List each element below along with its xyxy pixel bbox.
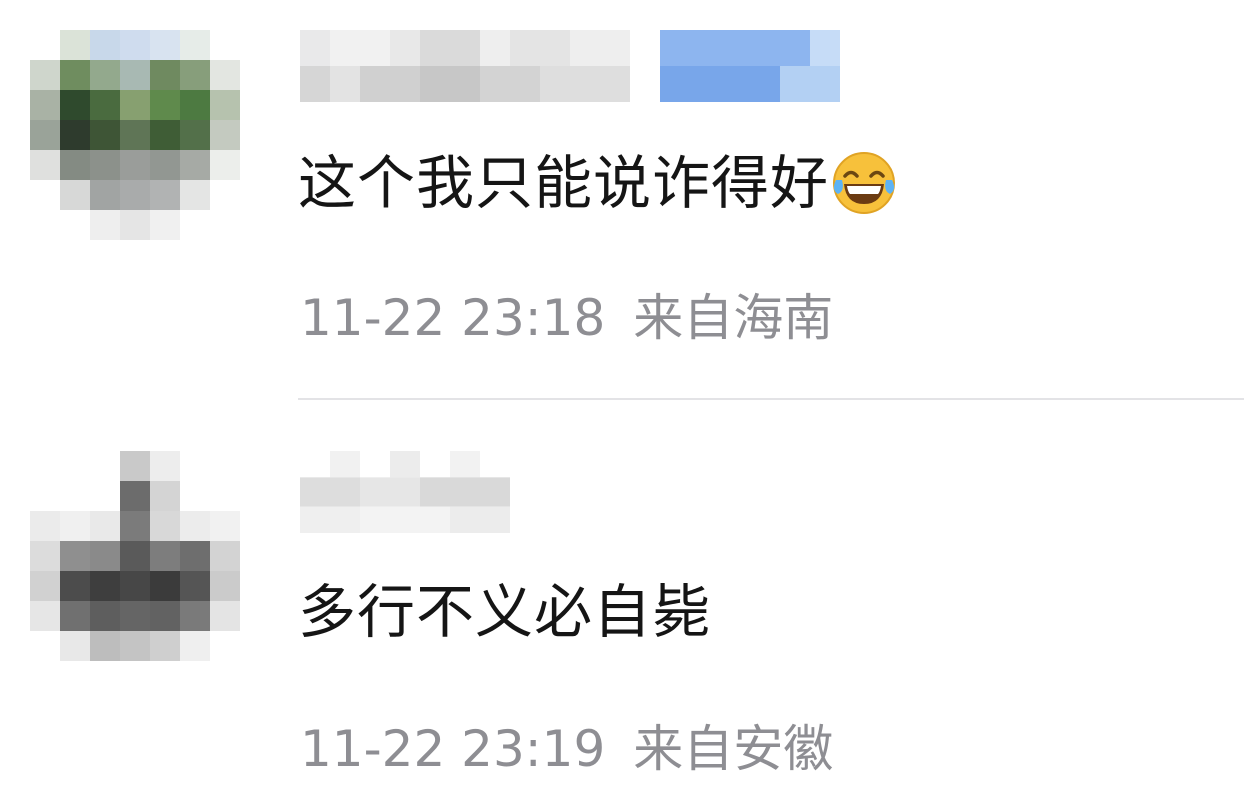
comment-text-content: 这个我只能说诈得好 — [298, 149, 830, 217]
username-blurred[interactable] — [300, 30, 840, 102]
comment-text-content: 多行不义必自毙 — [298, 578, 712, 646]
comment-item: 多行不义必自毙 11-22 23:19 来自安徽 — [0, 401, 1244, 808]
comment-list: 这个我只能说诈得好 11-22 23:18 来自海南 多行不义必自毙 11-22… — [0, 0, 1244, 808]
divider — [298, 398, 1244, 400]
joy-tears-emoji-icon — [831, 150, 897, 216]
comment-time: 11-22 23:19 — [300, 720, 606, 778]
avatar[interactable] — [30, 30, 240, 240]
comment-meta: 11-22 23:19 来自安徽 — [300, 719, 833, 779]
comment-meta: 11-22 23:18 来自海南 — [300, 288, 833, 348]
comment-location: 来自安徽 — [633, 720, 834, 778]
username-blurred[interactable] — [300, 451, 510, 533]
comment-item: 这个我只能说诈得好 11-22 23:18 来自海南 — [0, 0, 1244, 398]
avatar[interactable] — [30, 451, 240, 661]
comment-time: 11-22 23:18 — [300, 289, 606, 347]
comment-location: 来自海南 — [633, 289, 834, 347]
comment-text: 这个我只能说诈得好 — [298, 148, 897, 218]
comment-text: 多行不义必自毙 — [298, 577, 711, 647]
